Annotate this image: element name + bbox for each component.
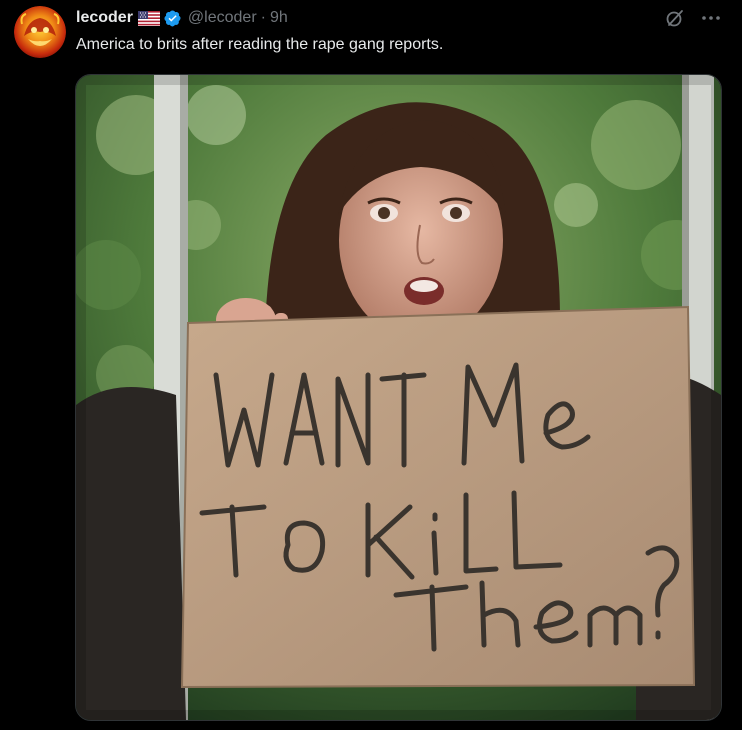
post-header: lecoder @lecoder · 9h xyxy=(76,7,288,29)
post-image[interactable] xyxy=(75,74,722,721)
timestamp[interactable]: 9h xyxy=(270,9,288,27)
more-options-icon[interactable] xyxy=(698,7,724,29)
display-name[interactable]: lecoder xyxy=(76,9,133,27)
verified-badge-icon[interactable] xyxy=(163,9,182,28)
separator: · xyxy=(260,9,266,26)
avatar[interactable] xyxy=(14,6,66,58)
us-flag-icon xyxy=(137,10,160,26)
grok-icon[interactable] xyxy=(664,7,686,29)
post-text: America to brits after reading the rape … xyxy=(76,36,444,53)
post: lecoder @lecoder · 9h America to brits a… xyxy=(0,0,742,730)
handle[interactable]: @lecoder xyxy=(188,9,257,27)
